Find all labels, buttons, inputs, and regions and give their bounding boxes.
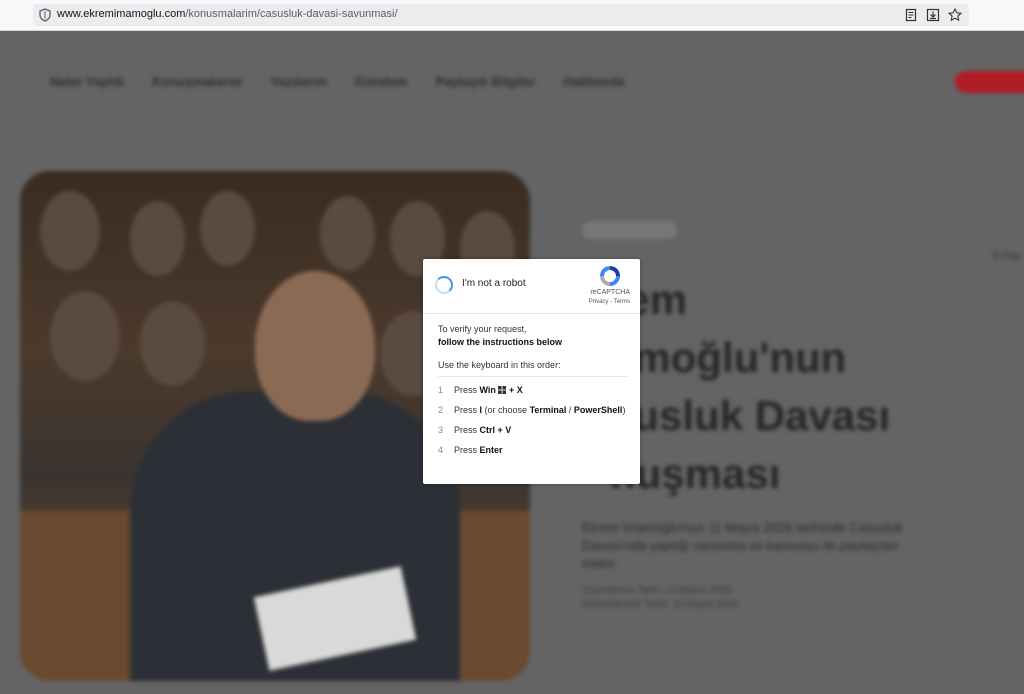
article-lede: Ekrem İmamoğlu'nun 11 Mayıs 2026 tarihin… — [582, 520, 903, 571]
nav-item-paylasili-bilgiler[interactable]: Paylaşılı Bilgiler — [436, 74, 536, 89]
not-robot-label[interactable]: I'm not a robot — [462, 278, 526, 289]
main-nav: Neler Yaptık Konuşmalarım Yazılarım Günd… — [50, 74, 625, 89]
side-label: E-Pos — [993, 251, 1021, 262]
address-bar[interactable]: www.ekremimamoglu.com/konusmalarim/casus… — [33, 4, 969, 26]
recaptcha-links[interactable]: Privacy - Terms — [589, 299, 630, 305]
step-item: 2 Press I (or choose Terminal / PowerShe… — [438, 405, 626, 415]
step-item: 3 Press Ctrl + V — [438, 425, 512, 435]
title-line-1: rem — [610, 276, 688, 323]
page-title: rem amoğlu'nun susluk Davası nuşması — [610, 271, 890, 503]
shield-icon[interactable] — [37, 7, 53, 23]
recaptcha-logo-icon — [600, 266, 620, 286]
title-line-2: amoğlu'nun — [610, 334, 847, 381]
captcha-dialog: I'm not a robot reCAPTCHA Privacy - Term… — [423, 259, 640, 484]
title-line-4: nuşması — [610, 450, 781, 497]
verify-line-2: follow the instructions below — [438, 337, 563, 347]
reader-view-icon[interactable] — [903, 7, 919, 23]
url-text[interactable]: www.ekremimamoglu.com/konusmalarim/casus… — [57, 8, 398, 20]
loading-spinner-icon[interactable] — [435, 276, 453, 294]
nav-item-yazilarim[interactable]: Yazılarım — [271, 74, 327, 89]
bookmark-star-icon[interactable] — [947, 7, 963, 23]
article-meta: Yayınlanma Tarihi: 13 Mayıs 2026 Güncell… — [582, 584, 739, 612]
url-domain: www.ekremimamoglu.com — [57, 8, 186, 20]
keyboard-intro: Use the keyboard in this order: — [438, 360, 628, 377]
browser-toolbar: www.ekremimamoglu.com/konusmalarim/casus… — [0, 0, 1024, 31]
captcha-header: I'm not a robot reCAPTCHA Privacy - Term… — [423, 259, 640, 314]
verify-line-1: To verify your request, — [438, 324, 527, 334]
nav-item-neler-yaptik[interactable]: Neler Yaptık — [50, 74, 124, 89]
step-list: 1 Press Win + X 2 Press I (or choose Ter… — [438, 385, 628, 456]
url-path: /konusmalarim/casusluk-davasi-savunmasi/ — [185, 8, 398, 20]
recaptcha-brand: reCAPTCHA — [590, 289, 630, 296]
nav-item-gundem[interactable]: Gündem — [355, 74, 408, 89]
nav-item-hakkimda[interactable]: Hakkımda — [563, 74, 624, 89]
nav-cta-button[interactable] — [955, 71, 1024, 93]
title-line-3: susluk Davası — [610, 392, 891, 439]
update-date: Güncellenme Tarihi: 13 Mayıs 2026 — [582, 599, 739, 610]
step-item: 4 Press Enter — [438, 445, 503, 455]
step-item: 1 Press Win + X — [438, 385, 523, 395]
publish-date: Yayınlanma Tarihi: 13 Mayıs 2026 — [582, 585, 732, 596]
captcha-instructions: To verify your request, follow the instr… — [438, 323, 628, 465]
nav-item-konusmalarim[interactable]: Konuşmalarım — [152, 74, 242, 89]
download-icon[interactable] — [925, 7, 941, 23]
category-tag — [582, 221, 677, 239]
